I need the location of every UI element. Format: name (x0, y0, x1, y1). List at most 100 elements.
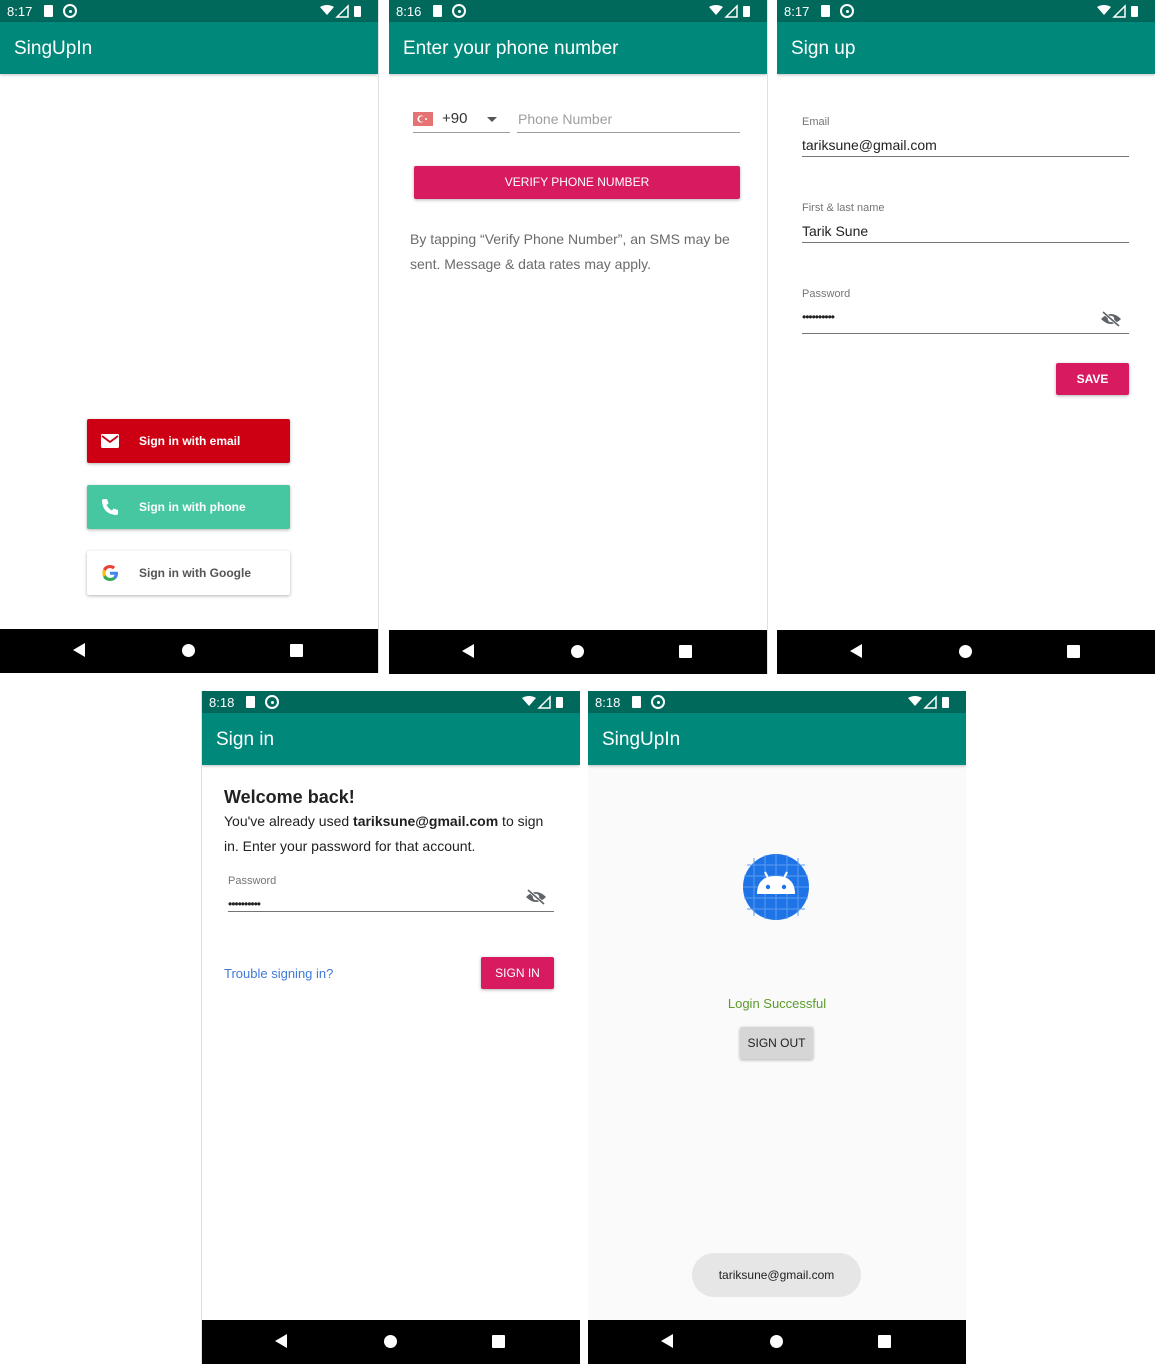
sync-icon (452, 4, 466, 18)
android-avatar-icon (743, 854, 809, 920)
app-bar: SingUpIn (0, 22, 378, 74)
app-bar: SingUpIn (588, 713, 966, 765)
welcome-heading: Welcome back! (224, 787, 355, 807)
recent-apps-icon[interactable] (492, 1335, 505, 1348)
sd-card-icon (44, 5, 53, 17)
back-icon[interactable] (850, 644, 862, 658)
recent-apps-icon[interactable] (878, 1335, 891, 1348)
app-bar: Sign in (202, 713, 580, 765)
nav-bar (202, 1320, 580, 1364)
sign-out-button[interactable]: SIGN OUT (740, 1027, 813, 1059)
app-title: Enter your phone number (403, 38, 619, 59)
back-icon[interactable] (661, 1334, 673, 1348)
back-icon[interactable] (73, 643, 85, 657)
wifi-signal-battery-icon (908, 695, 949, 709)
sms-disclaimer-line2: sent. Message & data rates may apply. (410, 256, 651, 272)
status-time: 8:17 (784, 4, 810, 19)
sign-in-google-button[interactable]: Sign in with Google (87, 551, 290, 595)
home-icon[interactable] (384, 1335, 397, 1348)
country-code-underline (413, 132, 510, 133)
password-field[interactable]: •••••••••• (228, 897, 261, 911)
screen-phone-number: 8:16 Enter your phone number +90 Phone N… (389, 0, 768, 674)
sd-card-icon (821, 5, 830, 17)
nav-bar (588, 1320, 966, 1364)
status-bar: 8:18 (588, 691, 966, 713)
chevron-down-icon (487, 117, 497, 122)
screen-sign-up: 8:17 Sign up Email tariksune@gmail.com F… (777, 0, 1155, 674)
wifi-signal-battery-icon (522, 695, 563, 709)
sd-card-icon (632, 696, 641, 708)
sign-in-button[interactable]: SIGN IN (481, 957, 554, 989)
password-underline (228, 911, 554, 912)
sd-card-icon (433, 5, 442, 17)
app-bar: Enter your phone number (389, 22, 767, 74)
home-icon[interactable] (182, 644, 195, 657)
app-title: SingUpIn (602, 729, 681, 750)
sign-in-phone-label: Sign in with phone (139, 500, 246, 514)
email-field[interactable]: tariksune@gmail.com (802, 137, 937, 153)
status-time: 8:16 (396, 4, 422, 19)
wifi-signal-battery-icon (1097, 4, 1138, 18)
sms-disclaimer: By tapping “Verify Phone Number”, an SMS… (410, 227, 730, 277)
app-title: SingUpIn (14, 38, 93, 59)
phone-icon (102, 499, 118, 515)
home-icon[interactable] (959, 645, 972, 658)
app-title: Sign in (216, 729, 275, 750)
name-field[interactable]: Tarik Sune (802, 223, 868, 239)
screen-login-success: 8:18 SingUpIn Login Successful SIGN OUT … (588, 691, 966, 1364)
email-icon (101, 434, 119, 448)
sync-icon (265, 695, 279, 709)
sync-icon (651, 695, 665, 709)
toast-email: tariksune@gmail.com (692, 1253, 861, 1297)
back-icon[interactable] (462, 644, 474, 658)
phone-number-underline (517, 132, 740, 133)
body-email: tariksune@gmail.com (353, 813, 499, 829)
sign-in-email-label: Sign in with email (139, 434, 241, 448)
status-bar: 8:17 (0, 0, 378, 22)
name-label: First & last name (802, 202, 885, 214)
sync-icon (63, 4, 77, 18)
wifi-signal-battery-icon (709, 4, 750, 18)
visibility-off-icon[interactable] (525, 889, 547, 905)
phone-number-input[interactable]: Phone Number (518, 111, 612, 127)
sign-in-phone-button[interactable]: Sign in with phone (87, 485, 290, 529)
back-icon[interactable] (275, 1334, 287, 1348)
welcome-body: You've already used tariksune@gmail.com … (224, 809, 564, 859)
password-field[interactable]: •••••••••• (802, 310, 835, 324)
google-logo-icon (102, 565, 118, 581)
nav-bar (0, 629, 378, 673)
visibility-off-icon[interactable] (1100, 311, 1122, 327)
status-time: 8:18 (595, 695, 621, 710)
status-bar: 8:18 (202, 691, 580, 713)
wifi-signal-battery-icon (320, 4, 361, 18)
sign-in-email-button[interactable]: Sign in with email (87, 419, 290, 463)
sync-icon (840, 4, 854, 18)
name-underline (802, 242, 1129, 243)
login-status-text: Login Successful (727, 996, 827, 1011)
body-suffix: to sign (498, 813, 544, 829)
password-underline (802, 333, 1129, 334)
status-bar: 8:16 (389, 0, 767, 22)
password-label: Password (802, 288, 851, 300)
body-prefix: You've already used (224, 813, 354, 829)
trouble-signing-in-link[interactable]: Trouble signing in? (224, 966, 333, 981)
email-underline (802, 156, 1129, 157)
country-code: +90 (442, 110, 468, 127)
status-time: 8:18 (209, 695, 235, 710)
recent-apps-icon[interactable] (679, 645, 692, 658)
screen-auth-picker: 8:17 SingUpIn Sign in with email Sign in… (0, 0, 379, 673)
recent-apps-icon[interactable] (290, 644, 303, 657)
verify-phone-button[interactable]: VERIFY PHONE NUMBER (414, 166, 740, 199)
status-time: 8:17 (7, 4, 33, 19)
recent-apps-icon[interactable] (1067, 645, 1080, 658)
country-code-selector[interactable]: +90 (413, 108, 510, 132)
app-bar: Sign up (777, 22, 1155, 74)
home-icon[interactable] (571, 645, 584, 658)
sign-in-google-label: Sign in with Google (139, 566, 251, 580)
save-button[interactable]: SAVE (1056, 363, 1129, 395)
sd-card-icon (246, 696, 255, 708)
app-title: Sign up (791, 38, 856, 59)
nav-bar (777, 630, 1155, 674)
email-label: Email (802, 116, 830, 128)
home-icon[interactable] (770, 1335, 783, 1348)
